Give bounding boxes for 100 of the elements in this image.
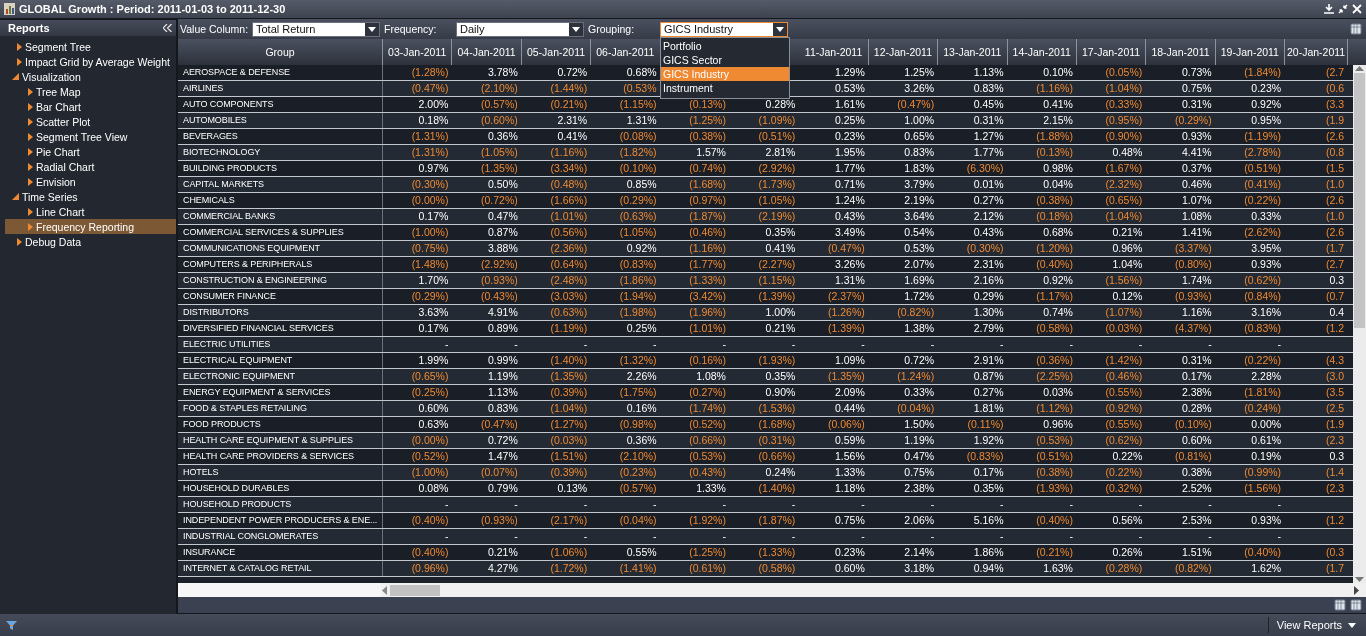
dropdown-option[interactable]: GICS Sector	[661, 52, 789, 67]
sidebar-item[interactable]: Pie Chart	[5, 144, 176, 159]
collapsed-arrow-icon[interactable]	[17, 57, 22, 66]
collapsed-arrow-icon[interactable]	[28, 222, 33, 231]
dropdown-option[interactable]: Instrument	[661, 80, 789, 95]
table-cell-text: 0.97%	[417, 161, 450, 176]
collapsed-arrow-icon[interactable]	[28, 87, 33, 96]
sidebar-item[interactable]: Time Series	[5, 189, 176, 204]
horizontal-scrollbar[interactable]	[178, 583, 1366, 597]
table-cell-text: (0.40%)	[410, 545, 450, 560]
sidebar-item[interactable]: Visualization	[5, 69, 176, 84]
sidebar-item[interactable]: Tree Map	[5, 84, 176, 99]
table-cell-text: 1.31%	[625, 113, 658, 128]
table-cell-text: (0.3	[1325, 545, 1346, 560]
table-cell-text: (0.66%)	[757, 449, 797, 464]
group-cell: ELECTRICAL EQUIPMENT	[178, 353, 383, 368]
table-cell-text: (2.7	[1325, 65, 1346, 80]
collapsed-arrow-icon[interactable]	[28, 117, 33, 126]
collapse-icon[interactable]	[1338, 4, 1348, 14]
collapse-sidebar-icon[interactable]	[163, 24, 172, 32]
collapsed-arrow-icon[interactable]	[28, 207, 33, 216]
sidebar-item[interactable]: Line Chart	[5, 204, 176, 219]
collapsed-arrow-icon[interactable]	[28, 102, 33, 111]
collapsed-arrow-icon[interactable]	[17, 42, 22, 51]
collapsed-arrow-icon[interactable]	[28, 132, 33, 141]
table-cell-text: 1.51%	[1180, 545, 1213, 560]
table-cell-text: 0.36%	[625, 433, 658, 448]
table-cell-text: (1.39%)	[826, 321, 866, 336]
sidebar-item[interactable]: Debug Data	[5, 234, 176, 249]
table-cell-text: 0.87%	[487, 225, 519, 240]
table-cell-text: -	[999, 337, 1005, 352]
expanded-arrow-icon[interactable]	[12, 193, 19, 200]
table-cell-text: (0.38%)	[1035, 465, 1074, 480]
table-cell-text: 0.60%	[833, 561, 866, 576]
view-reports-menu[interactable]: View Reports	[1267, 617, 1360, 633]
table-cell-text: -	[582, 337, 589, 352]
table-cell-text: -	[652, 529, 658, 544]
table-cell-text: 0.72%	[903, 353, 936, 368]
group-cell: ELECTRIC UTILITIES	[178, 337, 383, 352]
table-cell-text: 1.31%	[833, 273, 866, 288]
sidebar-item[interactable]: Bar Chart	[5, 99, 176, 114]
table-cell-text: (1.67%)	[1104, 161, 1144, 176]
table-cell-text: 1.27%	[972, 129, 1005, 144]
dropdown-button[interactable]	[773, 22, 787, 36]
sidebar-item[interactable]: Scatter Plot	[5, 114, 176, 129]
vertical-scrollbar[interactable]	[1353, 65, 1366, 583]
sidebar-item[interactable]: Impact Grid by Average Weight	[5, 54, 176, 69]
collapsed-arrow-icon[interactable]	[28, 162, 33, 171]
export-icon[interactable]	[1350, 599, 1362, 611]
table-cell-text: 0.28%	[1180, 401, 1213, 416]
scroll-right-icon[interactable]	[1354, 585, 1360, 595]
dropdown-option[interactable]: Portfolio	[661, 38, 789, 53]
table-cell-text: 3.88%	[487, 241, 519, 256]
table-cell-text: (1.88%)	[1035, 129, 1074, 144]
dropdown-button[interactable]	[365, 22, 379, 36]
sidebar-item[interactable]: Envision	[5, 174, 176, 189]
table-cell-text: (1.04%)	[1104, 209, 1144, 224]
scroll-thumb[interactable]	[390, 584, 440, 596]
sidebar-item[interactable]: Segment Tree	[5, 39, 176, 54]
table-cell-text: (1.00%)	[410, 225, 450, 240]
sidebar-item[interactable]: Radial Chart	[5, 159, 176, 174]
table-cell-text: (1.12%)	[1035, 401, 1074, 416]
table-cell-text: (0.82%)	[1173, 561, 1213, 576]
close-icon[interactable]	[1352, 4, 1362, 14]
table-cell-text: (1.77%)	[688, 257, 727, 272]
table-cell-text: 1.74%	[1180, 273, 1213, 288]
table-cell-text: (0.27%)	[688, 385, 727, 400]
table-cell-text: (1.16%)	[549, 145, 589, 160]
collapsed-arrow-icon[interactable]	[17, 237, 22, 246]
table-cell-text: 1.99%	[417, 353, 450, 368]
table-cell-text: -	[860, 497, 866, 512]
spreadsheet-icon[interactable]	[1350, 23, 1362, 35]
expanded-arrow-icon[interactable]	[12, 73, 19, 80]
filter-icon[interactable]	[6, 619, 17, 631]
select-field[interactable]: Daily	[456, 21, 584, 37]
table-cell-text: -	[652, 337, 658, 352]
table-cell-text: 2.38%	[1180, 385, 1213, 400]
collapsed-arrow-icon[interactable]	[28, 177, 33, 186]
sidebar-item[interactable]: Segment Tree View	[5, 129, 176, 144]
group-cell: CONSTRUCTION & ENGINEERING	[178, 273, 383, 288]
scroll-thumb[interactable]	[1354, 73, 1365, 328]
table-cell-text: 0.22%	[1111, 449, 1144, 464]
table-cell-text: (2.27%)	[757, 257, 797, 272]
table-cell-text: 0.95%	[1250, 113, 1283, 128]
table-cell-text: -	[929, 497, 936, 512]
dropdown-button[interactable]	[569, 22, 583, 36]
table-cell-text: -	[790, 529, 797, 544]
table-cell-text: (1.44%)	[549, 81, 589, 96]
table-cell-text: -	[1137, 497, 1144, 512]
table-cell-text: (0.00%)	[410, 193, 450, 208]
download-icon[interactable]	[1324, 4, 1334, 14]
table-cell-text: 0.92%	[1042, 273, 1074, 288]
table-cell-text: 0.12%	[1111, 289, 1144, 304]
table-cell-text: 2.28%	[1250, 369, 1283, 384]
table-cell-text: (0.30%)	[410, 177, 450, 192]
sidebar-item[interactable]: Frequency Reporting	[5, 219, 176, 234]
select-field[interactable]: Total Return	[252, 21, 380, 37]
collapsed-arrow-icon[interactable]	[28, 147, 33, 156]
table-cell-text: -	[1207, 337, 1213, 352]
table-cell-text: 0.75%	[903, 465, 936, 480]
